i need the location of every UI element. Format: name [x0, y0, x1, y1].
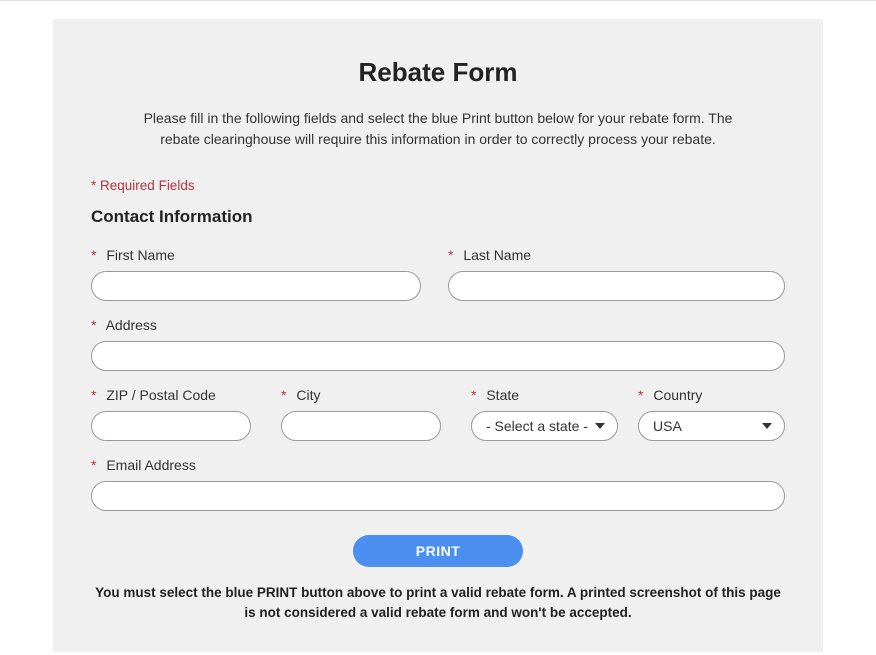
print-button[interactable]: PRINT [353, 535, 523, 567]
zip-field: * ZIP / Postal Code [91, 387, 261, 441]
email-label: Email Address [106, 457, 195, 473]
country-field: * Country USA [638, 387, 785, 441]
first-name-input[interactable] [91, 271, 421, 301]
intro-text: Please fill in the following fields and … [138, 108, 738, 150]
address-input[interactable] [91, 341, 785, 371]
last-name-field: * Last Name [448, 247, 785, 301]
last-name-input[interactable] [448, 271, 785, 301]
city-input[interactable] [281, 411, 441, 441]
first-name-label: First Name [106, 247, 174, 263]
state-field: * State - Select a state - [471, 387, 618, 441]
asterisk-icon: * [448, 247, 453, 263]
asterisk-icon: * [91, 247, 96, 263]
address-field: * Address [91, 317, 785, 371]
rebate-form-card: Rebate Form Please fill in the following… [53, 19, 823, 652]
asterisk-icon: * [91, 178, 96, 193]
asterisk-icon: * [91, 317, 96, 333]
section-heading: Contact Information [91, 207, 785, 227]
zip-label: ZIP / Postal Code [106, 387, 215, 403]
asterisk-icon: * [91, 457, 96, 473]
asterisk-icon: * [638, 387, 643, 403]
asterisk-icon: * [281, 387, 286, 403]
address-label: Address [106, 317, 157, 333]
city-label: City [296, 387, 320, 403]
page-title: Rebate Form [91, 57, 785, 88]
required-fields-label: Required Fields [100, 178, 195, 193]
footer-note: You must select the blue PRINT button ab… [91, 583, 785, 622]
state-label: State [486, 387, 519, 403]
last-name-label: Last Name [463, 247, 531, 263]
zip-input[interactable] [91, 411, 251, 441]
required-fields-note: * Required Fields [91, 178, 785, 193]
state-select[interactable]: - Select a state - [471, 411, 618, 441]
first-name-field: * First Name [91, 247, 428, 301]
email-input[interactable] [91, 481, 785, 511]
country-label: Country [653, 387, 702, 403]
city-field: * City [281, 387, 451, 441]
country-select[interactable]: USA [638, 411, 785, 441]
asterisk-icon: * [91, 387, 96, 403]
email-field: * Email Address [91, 457, 785, 511]
asterisk-icon: * [471, 387, 476, 403]
